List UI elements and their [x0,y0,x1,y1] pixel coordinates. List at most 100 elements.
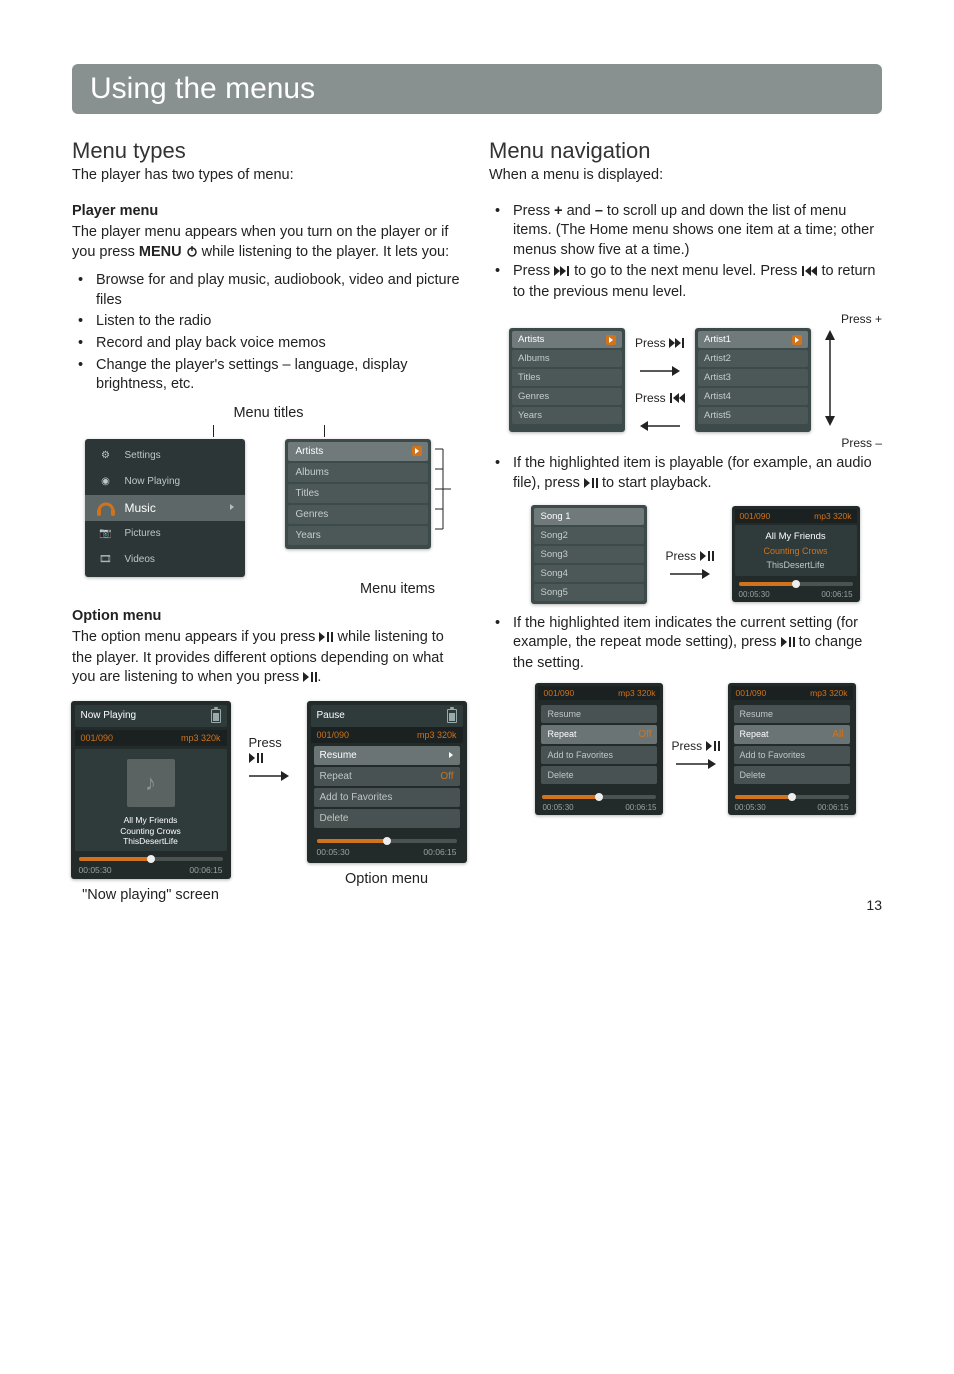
power-icon [186,244,198,264]
progress-bar [317,839,457,843]
menu-item: Titles [512,369,622,386]
chevron-right-icon [448,750,454,761]
opt-item: Add to Favorites [541,746,657,764]
play-pause-icon [303,669,317,689]
player-bullet: Change the player's settings – language,… [96,356,465,395]
player-bullet: Record and play back voice memos [96,334,465,354]
player-bullet: Browse for and play music, audiobook, vi… [96,271,465,310]
chevron-right-icon [412,446,422,456]
prev-icon [669,392,685,406]
chevron-right-icon [606,335,616,345]
nav-bullet: Press + and – to scroll up and down the … [513,202,882,261]
option-screen-after: 001/090mp3 320k Resume RepeatAll Add to … [728,683,856,815]
next-icon [554,263,570,283]
option-menu-heading: Option menu [72,607,465,627]
press-minus-label: Press – [509,436,882,450]
opt-item-repeat: RepeatAll [734,725,850,744]
nav-bullet: If the highlighted item indicates the cu… [513,614,882,674]
home-item-videos: 🎞Videos [85,547,245,573]
nav-bullet: If the highlighted item is playable (for… [513,454,882,494]
menu-item-albums: Albums [288,463,428,482]
press-label: Press [249,735,289,766]
battery-icon [211,709,221,723]
menu-item: Albums [512,350,622,367]
option-item-add: Add to Favorites [314,788,460,807]
page-title: Using the menus [72,64,882,114]
song-item: Song2 [534,527,644,544]
bracket-icon [431,439,453,549]
songs-menu: Song 1 Song2 Song3 Song4 Song5 [531,505,647,604]
menu-item: Artist3 [698,369,808,386]
menu-item: Artist2 [698,350,808,367]
opt-item: Resume [734,705,850,723]
progress-bar [79,857,223,861]
press-label: Press [665,549,713,564]
arrow-right-icon [249,770,289,782]
battery-icon [447,709,457,723]
menu-item: Artist4 [698,388,808,405]
menu-item-genres: Genres [288,505,428,524]
press-plus-label: Press + [509,312,882,326]
album-art-icon [127,759,175,807]
scroll-arrows-icon [821,328,839,428]
menu-item: Genres [512,388,622,405]
arrow-right-icon [676,758,716,770]
menu-items-label: Menu items [72,581,465,597]
home-menu: ⚙Settings ◉Now Playing Music 📷Pictures 🎞… [85,439,245,577]
camera-icon: 📷 [95,525,117,543]
arrow-right-icon [670,568,710,580]
option-menu-text: The option menu appears if you press whi… [72,628,465,689]
home-item-music: Music [85,495,245,521]
play-pause-icon [584,475,598,495]
opt-item: Resume [541,705,657,723]
arrow-right-icon [640,365,680,377]
now-playing-screen: Now Playing 001/090mp3 320k All My Frien… [71,701,231,879]
player-menu-text: The player menu appears when you turn on… [72,223,465,263]
menu-item-years: Years [288,526,428,545]
music-menu: Artists Albums Titles Genres Years [285,439,431,549]
page-number: 13 [866,897,882,913]
menu-right: Artist1 Artist2 Artist3 Artist4 Artist5 [695,328,811,432]
playback-screen: 001/090mp3 320k All My Friends Counting … [732,506,860,602]
option-menu-caption: Option menu [307,871,467,887]
play-pause-icon [249,751,263,766]
option-screen-before: 001/090mp3 320k Resume RepeatOff Add to … [535,683,663,815]
menu-item: Artist5 [698,407,808,424]
progress-bar [542,795,656,799]
menu-types-heading: Menu types [72,138,465,164]
chevron-right-icon [229,502,235,513]
song-item: Song5 [534,584,644,601]
menu-item: Artists [512,331,622,348]
prev-icon [801,263,817,283]
disc-icon: ◉ [95,473,117,491]
menu-types-lead: The player has two types of menu: [72,166,465,186]
opt-item: Delete [541,766,657,784]
option-menu-screen: Pause 001/090mp3 320k Resume RepeatOff A… [307,701,467,863]
menu-item: Artist1 [698,331,808,348]
play-pause-icon [706,740,720,754]
menu-navigation-heading: Menu navigation [489,138,882,164]
option-item-delete: Delete [314,809,460,828]
play-pause-icon [781,634,795,654]
home-item-pictures: 📷Pictures [85,521,245,547]
play-pause-icon [700,550,714,564]
player-menu-heading: Player menu [72,202,465,222]
press-label: Press [671,739,719,754]
menu-left: Artists Albums Titles Genres Years [509,328,625,432]
home-item-nowplaying: ◉Now Playing [85,469,245,495]
song-item: Song 1 [534,508,644,525]
gear-icon: ⚙ [95,447,117,465]
menu-item: Years [512,407,622,424]
menu-navigation-lead: When a menu is displayed: [489,166,882,186]
opt-item-repeat: RepeatOff [541,725,657,744]
home-item-settings: ⚙Settings [85,443,245,469]
option-item-resume: Resume [314,746,460,765]
player-bullet: Listen to the radio [96,312,465,332]
option-item-repeat: RepeatOff [314,767,460,786]
progress-bar [735,795,849,799]
headphones-icon [95,499,117,517]
opt-item: Delete [734,766,850,784]
menu-item-titles: Titles [288,484,428,503]
menu-item-artists: Artists [288,442,428,461]
progress-bar [739,582,853,586]
